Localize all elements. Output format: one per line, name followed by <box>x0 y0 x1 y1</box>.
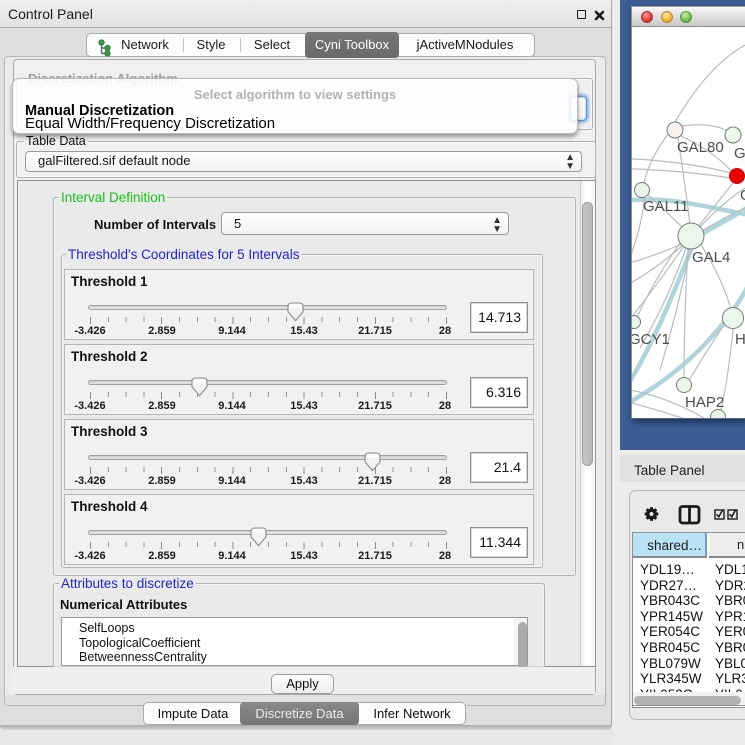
svg-text:HAP2: HAP2 <box>685 394 724 411</box>
svg-text:G: G <box>740 187 745 204</box>
svg-text:GAL4: GAL4 <box>692 249 730 266</box>
svg-text:GAL80: GAL80 <box>677 139 724 156</box>
svg-text:GCY1: GCY1 <box>632 331 670 348</box>
svg-text:GA: GA <box>734 145 745 162</box>
svg-text:GAL11: GAL11 <box>643 198 689 215</box>
svg-text:H: H <box>735 331 745 348</box>
